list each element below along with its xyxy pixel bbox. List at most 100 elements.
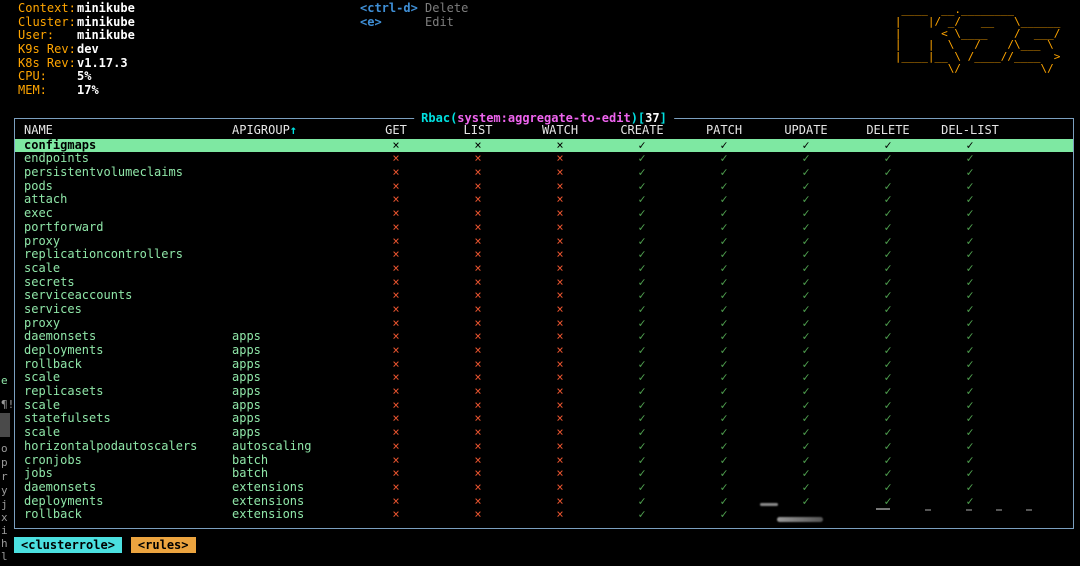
- row-apigroup: [230, 276, 355, 290]
- row-apigroup: [230, 207, 355, 221]
- column-header-patch[interactable]: PATCH: [683, 123, 765, 138]
- cross-mark-icon: ×: [392, 452, 400, 467]
- table-row[interactable]: secrets × × × ✓ ✓ ✓ ✓ ✓: [15, 274, 1073, 290]
- cross-mark-icon: ×: [556, 274, 564, 289]
- cross-mark-icon: ×: [556, 329, 564, 344]
- table-row[interactable]: deployments apps × × × ✓ ✓ ✓ ✓ ✓: [15, 343, 1073, 358]
- cross-mark-icon: ×: [392, 466, 400, 481]
- row-name: scale: [24, 371, 61, 385]
- check-mark-icon: ✓: [884, 178, 892, 193]
- table-row[interactable]: proxy × × × ✓ ✓ ✓ ✓ ✓: [15, 315, 1073, 331]
- table-row[interactable]: rollback apps × × × ✓ ✓ ✓ ✓ ✓: [15, 356, 1073, 372]
- cross-mark-icon: ×: [556, 370, 564, 385]
- check-mark-icon: ✓: [966, 192, 974, 207]
- table-row[interactable]: statefulsets apps × × × ✓ ✓ ✓ ✓ ✓: [15, 412, 1073, 426]
- check-mark-icon: ✓: [720, 315, 728, 330]
- table-row[interactable]: scale × × × ✓ ✓ ✓ ✓ ✓: [15, 260, 1073, 276]
- cross-mark-icon: ×: [556, 206, 564, 221]
- row-name: services: [24, 302, 82, 316]
- check-mark-icon: ✓: [802, 247, 810, 262]
- row-apigroup: autoscaling: [232, 438, 312, 453]
- table-row[interactable]: daemonsets apps × × × ✓ ✓ ✓ ✓ ✓: [15, 330, 1073, 344]
- check-mark-icon: ✓: [638, 233, 646, 248]
- title-resource: Rbac(: [421, 111, 458, 125]
- row-apigroup: [230, 221, 355, 235]
- cross-mark-icon: ×: [474, 425, 482, 440]
- row-apigroup: apps: [232, 343, 261, 357]
- row-name: jobs: [24, 467, 53, 481]
- table-row[interactable]: jobs batch × × × ✓ ✓ ✓ ✓ ✓: [15, 466, 1073, 481]
- check-mark-icon: ✓: [966, 219, 974, 234]
- check-mark-icon: ✓: [638, 507, 646, 522]
- cross-mark-icon: ×: [556, 219, 564, 234]
- column-header-get[interactable]: GET: [355, 123, 437, 138]
- row-name: portforward: [24, 220, 104, 234]
- check-mark-icon: ✓: [966, 178, 974, 193]
- cross-mark-icon: ×: [474, 288, 482, 303]
- edge-glyph: e: [1, 374, 8, 387]
- title-bracket-open: )[: [630, 111, 646, 125]
- column-header-list[interactable]: LIST: [437, 123, 519, 138]
- row-name: deployments: [24, 494, 104, 508]
- table-row[interactable]: scale apps × × × ✓ ✓ ✓ ✓ ✓: [15, 425, 1073, 440]
- cross-mark-icon: ×: [556, 411, 564, 426]
- table-row[interactable]: scale apps × × × ✓ ✓ ✓ ✓ ✓: [15, 371, 1073, 385]
- check-mark-icon: ✓: [802, 343, 810, 357]
- crumb-rules[interactable]: <rules>: [130, 537, 196, 553]
- column-header-watch[interactable]: WATCH: [519, 123, 601, 138]
- column-header-name[interactable]: NAME: [15, 124, 230, 138]
- row-name: endpoints: [24, 152, 90, 166]
- table-row[interactable]: replicasets apps × × × ✓ ✓ ✓ ✓ ✓: [15, 384, 1073, 399]
- cross-mark-icon: ×: [474, 165, 482, 180]
- table-row[interactable]: cronjobs batch × × × ✓ ✓ ✓ ✓ ✓: [15, 452, 1073, 468]
- check-mark-icon: ✓: [966, 425, 974, 440]
- cross-mark-icon: ×: [474, 178, 482, 193]
- table-row[interactable]: serviceaccounts × × × ✓ ✓ ✓ ✓ ✓: [15, 289, 1073, 303]
- crumb-clusterrole[interactable]: <clusterrole>: [14, 537, 122, 553]
- cross-mark-icon: ×: [392, 411, 400, 426]
- cross-mark-icon: ×: [556, 165, 564, 180]
- cluster-row: Cluster:minikube: [18, 14, 135, 30]
- table-row[interactable]: services × × × ✓ ✓ ✓ ✓ ✓: [15, 302, 1073, 317]
- table-row[interactable]: exec × × × ✓ ✓ ✓ ✓ ✓: [15, 206, 1073, 221]
- table-row[interactable]: daemonsets extensions × × × ✓ ✓ ✓ ✓ ✓: [15, 480, 1073, 495]
- table-row[interactable]: proxy × × × ✓ ✓ ✓ ✓ ✓: [15, 233, 1073, 249]
- check-mark-icon: ✓: [802, 384, 810, 399]
- column-header-del-list[interactable]: DEL-LIST: [929, 123, 1011, 138]
- title-bracket-close: ]: [659, 111, 667, 125]
- table-row[interactable]: deployments extensions × × × ✓ ✓ ✓ ✓ ✓: [15, 494, 1073, 509]
- table-row[interactable]: configmaps × × × ✓ ✓ ✓ ✓ ✓: [15, 138, 1073, 153]
- cross-mark-icon: ×: [392, 260, 400, 275]
- cluster-value: minikube: [77, 14, 135, 29]
- table-row[interactable]: persistentvolumeclaims × × × ✓ ✓ ✓ ✓ ✓: [15, 165, 1073, 180]
- cross-mark-icon: ×: [556, 507, 564, 522]
- cross-mark-icon: ×: [392, 315, 400, 330]
- column-header-create[interactable]: CREATE: [601, 123, 683, 138]
- column-header-delete[interactable]: DELETE: [847, 123, 929, 138]
- table-rows: configmaps × × × ✓ ✓ ✓ ✓ ✓ endpoints × × × ✓ ✓ ✓ ✓ ✓ p…: [15, 138, 1073, 522]
- row-apigroup: extensions: [232, 507, 305, 522]
- table-row[interactable]: horizontalpodautoscalers autoscaling × × ×…: [15, 438, 1073, 454]
- mem-label: MEM:: [18, 83, 47, 98]
- table-row[interactable]: pods × × × ✓ ✓ ✓ ✓ ✓: [15, 178, 1073, 194]
- check-mark-icon: ✓: [802, 233, 810, 248]
- table-row[interactable]: endpoints × × × ✓ ✓ ✓ ✓ ✓: [15, 152, 1073, 166]
- row-name: replicasets: [24, 385, 104, 399]
- check-mark-icon: ✓: [720, 384, 728, 399]
- check-mark-icon: ✓: [720, 356, 728, 371]
- empty-mark: [765, 508, 847, 522]
- table-row[interactable]: scale apps × × × ✓ ✓ ✓ ✓ ✓: [15, 398, 1073, 413]
- table-row[interactable]: portforward × × × ✓ ✓ ✓ ✓ ✓: [15, 219, 1073, 235]
- table-row[interactable]: rollback extensions × × × ✓ ✓: [15, 508, 1073, 522]
- cross-mark-icon: ×: [556, 260, 564, 275]
- column-header-update[interactable]: UPDATE: [765, 123, 847, 138]
- check-mark-icon: ✓: [884, 151, 892, 166]
- hotkey-hints: <ctrl-d> Delete <e> Edit: [360, 1, 468, 29]
- table-row[interactable]: replicationcontrollers × × × ✓ ✓ ✓ ✓ ✓: [15, 247, 1073, 262]
- cross-mark-icon: ×: [474, 233, 482, 248]
- edge-glyph: ¶!: [1, 398, 15, 411]
- row-name: daemonsets: [24, 330, 97, 344]
- column-header-apigroup[interactable]: APIGROUP↑: [230, 123, 355, 138]
- table-row[interactable]: attach × × × ✓ ✓ ✓ ✓ ✓: [15, 193, 1073, 207]
- check-mark-icon: ✓: [884, 260, 892, 275]
